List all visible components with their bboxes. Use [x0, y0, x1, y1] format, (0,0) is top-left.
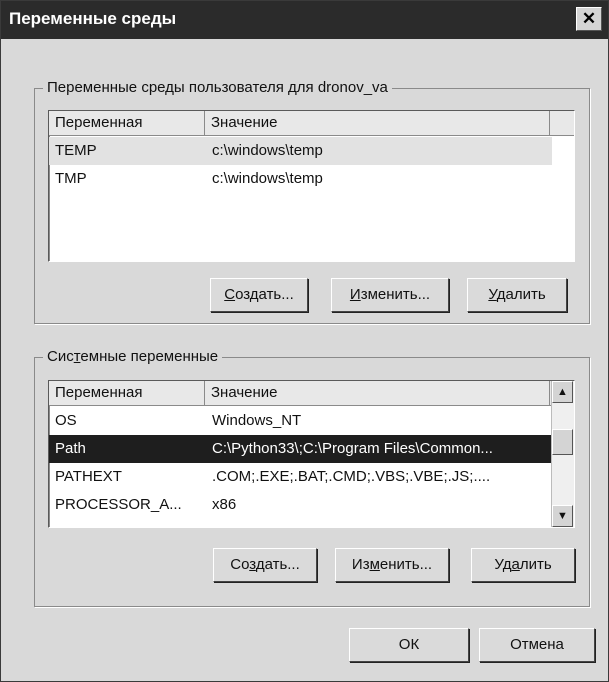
system-variables-group: Системные переменные Переменная Значение…	[34, 348, 590, 607]
system-create-button[interactable]: Создать...	[213, 548, 317, 582]
system-variables-list[interactable]: Переменная Значение OS Windows_NT Path C…	[48, 380, 575, 528]
scroll-down-button[interactable]: ▼	[552, 505, 573, 527]
variable-value: Windows_NT	[212, 412, 302, 429]
list-item[interactable]: TEMP c:\windows\temp	[49, 137, 552, 165]
vertical-scrollbar[interactable]: ▲ ▼	[551, 381, 574, 527]
variable-name: TEMP	[55, 142, 97, 159]
user-list-header: Переменная Значение	[49, 111, 574, 136]
user-edit-button[interactable]: Изменить...	[331, 278, 449, 312]
variable-value: .COM;.EXE;.BAT;.CMD;.VBS;.VBE;.JS;....	[212, 468, 491, 485]
environment-variables-dialog: Переменные среды ✕ Переменные среды поль…	[0, 0, 609, 682]
list-item[interactable]: OS Windows_NT	[49, 407, 552, 435]
list-item[interactable]: PROCESSOR_A... x86	[49, 491, 552, 519]
variable-value: c:\windows\temp	[212, 170, 323, 187]
title-bar[interactable]: Переменные среды ✕	[1, 1, 608, 39]
user-variables-group: Переменные среды пользователя для dronov…	[34, 79, 590, 324]
variable-value: c:\windows\temp	[212, 142, 323, 159]
variable-name: TMP	[55, 170, 87, 187]
list-item-selected[interactable]: Path C:\Python33\;C:\Program Files\Commo…	[49, 435, 552, 463]
dialog-title: Переменные среды	[9, 9, 177, 28]
column-header-value[interactable]: Значение	[205, 111, 550, 135]
list-item[interactable]: PATHEXT .COM;.EXE;.BAT;.CMD;.VBS;.VBE;.J…	[49, 463, 552, 491]
close-icon: ✕	[581, 9, 597, 28]
variable-name: PATHEXT	[55, 468, 122, 485]
column-header-variable[interactable]: Переменная	[49, 381, 205, 405]
close-button[interactable]: ✕	[576, 7, 602, 31]
list-item[interactable]: TMP c:\windows\temp	[49, 165, 552, 193]
scroll-thumb[interactable]	[552, 429, 573, 455]
system-delete-button[interactable]: Удалить	[471, 548, 575, 582]
variable-value: x86	[212, 496, 237, 513]
arrow-up-icon: ▲	[557, 386, 568, 398]
system-variables-legend: Системные переменные	[43, 348, 223, 365]
scroll-up-button[interactable]: ▲	[552, 381, 573, 403]
column-header-value[interactable]: Значение	[205, 381, 550, 405]
variable-name: Path	[55, 440, 86, 457]
cancel-button[interactable]: Отмена	[479, 628, 595, 662]
user-create-button[interactable]: Создать...	[210, 278, 308, 312]
variable-name: PROCESSOR_A...	[55, 496, 182, 513]
variable-value: C:\Python33\;C:\Program Files\Common...	[212, 440, 493, 457]
user-variables-legend: Переменные среды пользователя для dronov…	[43, 79, 392, 96]
user-delete-button[interactable]: Удалить	[467, 278, 567, 312]
ok-button[interactable]: ОК	[349, 628, 469, 662]
user-variables-list[interactable]: Переменная Значение TEMP c:\windows\temp…	[48, 110, 575, 262]
column-header-variable[interactable]: Переменная	[49, 111, 205, 135]
arrow-down-icon: ▼	[557, 510, 568, 522]
system-edit-button[interactable]: Изменить...	[335, 548, 449, 582]
system-list-header: Переменная Значение	[49, 381, 552, 406]
variable-name: OS	[55, 412, 77, 429]
